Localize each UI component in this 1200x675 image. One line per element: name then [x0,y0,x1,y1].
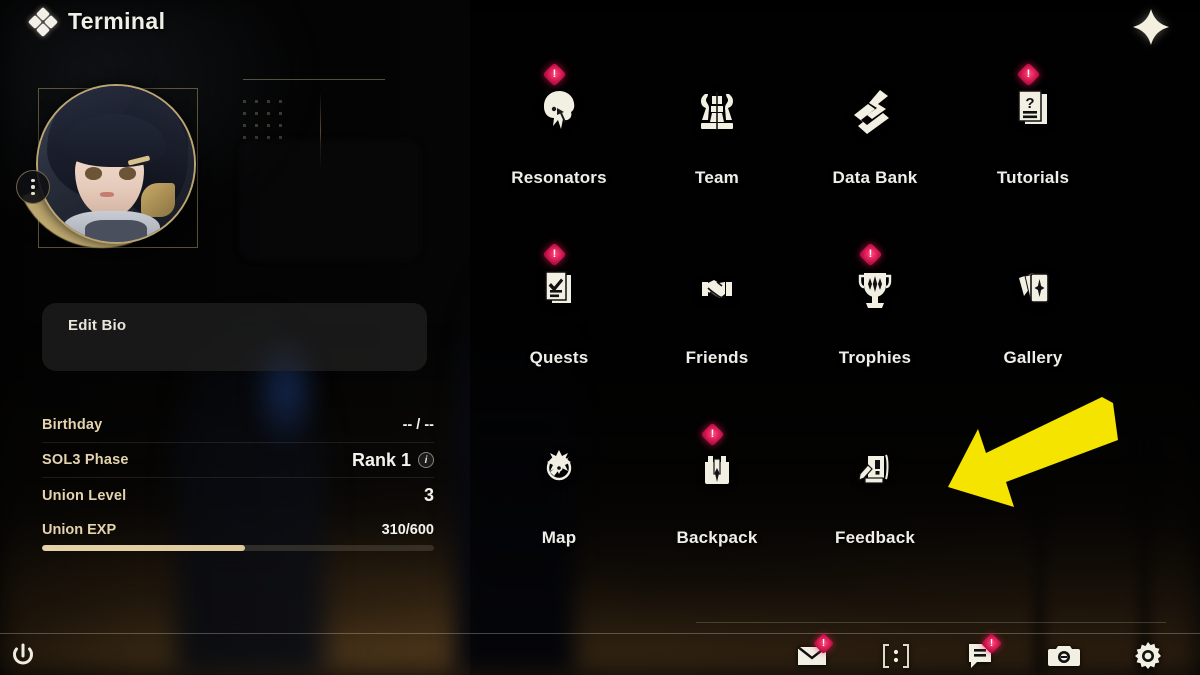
page-title: Terminal [68,8,166,34]
menu-item-resonators[interactable]: Resonators ! [480,62,638,242]
stat-row-sol3-phase: SOL3 Phase Rank 1 i [42,443,434,478]
union-exp-value: 310/600 [381,522,434,538]
menu-item-label: Resonators [511,168,607,187]
menu-row-1: Resonators ! Team Data Bank ? Tutorials … [480,62,1180,242]
diamond-cluster-icon [27,6,59,37]
info-icon[interactable]: i [418,452,434,468]
handshake-icon [686,260,748,322]
menu-item-label: Gallery [1003,348,1063,367]
menu-item-label: Friends [685,348,749,367]
menu-item-label: Trophies [838,348,912,367]
stat-value-group: Rank 1 i [352,450,434,471]
menu-item-label: Data Bank [832,168,918,187]
menu-item-trophies[interactable]: Trophies ! [796,242,954,422]
menu-item-label: Team [695,168,739,187]
menu-item-quests[interactable]: Quests ! [480,242,638,422]
menu-item-label: Map [541,528,577,547]
notification-badge: ! [1016,62,1041,87]
stat-value: Rank 1 [351,449,411,470]
bottom-divider [0,633,1200,634]
notification-badge: ! [812,632,835,654]
trophy-icon [844,260,906,322]
svg-text:?: ? [1025,95,1034,112]
menu-item-label: Feedback [834,528,916,547]
notification-badge: ! [980,632,1003,654]
menu-item-gallery[interactable]: Gallery [954,242,1112,422]
data-bank-icon [844,80,906,142]
edit-bio-button[interactable]: Edit Bio [42,303,427,371]
notification-badge: ! [542,62,567,87]
menu-item-label: Tutorials [996,168,1070,187]
mail-icon[interactable]: ! [794,632,835,672]
terminal-menu-grid: Resonators ! Team Data Bank ? Tutorials … [480,62,1180,602]
power-icon[interactable] [8,641,38,671]
stat-label: Birthday [42,417,103,433]
compass-icon [528,440,590,502]
stat-row-union-level: Union Level 3 [42,478,434,513]
union-exp-progress-track [42,545,434,551]
bottom-bar-divider [696,622,1166,623]
resonator-head-icon [528,80,590,142]
chess-pieces-icon [686,80,748,142]
edit-bio-label: Edit Bio [68,317,127,334]
camera-icon[interactable] [1046,640,1082,672]
stat-value: -- / -- [402,417,434,433]
feedback-pen-icon [844,440,906,502]
page-title-group: Terminal [27,6,166,37]
decor-dot-grid [243,100,293,142]
avatar-portrait [38,86,194,242]
question-document-icon: ? [1002,80,1064,142]
checklist-document-icon [528,260,590,322]
more-dots-icon[interactable] [878,640,914,672]
menu-item-label: Quests [529,348,589,367]
stat-label: Union Level [42,487,127,504]
menu-item-tutorials[interactable]: ? Tutorials ! [954,62,1112,242]
menu-item-feedback[interactable]: Feedback [796,422,954,602]
menu-item-data-bank[interactable]: Data Bank [796,62,954,242]
decor-panel [240,140,420,260]
gear-icon[interactable] [1130,640,1166,672]
menu-item-friends[interactable]: Friends [638,242,796,422]
profile-stats-list: Birthday -- / -- SOL3 Phase Rank 1 i Uni… [42,408,434,513]
cards-stack-icon [1002,260,1064,322]
menu-item-label: Backpack [676,528,758,547]
notification-badge: ! [542,242,567,267]
menu-row-2: Quests ! Friends Trophies ! Gallery [480,242,1180,422]
menu-row-3: Map Backpack ! Feedback [480,422,1180,602]
close-star-icon[interactable] [1130,6,1172,48]
stat-row-birthday: Birthday -- / -- [42,408,434,443]
union-exp-block: Union EXP 310/600 [42,522,434,551]
backpack-icon [686,440,748,502]
stat-label: SOL3 Phase [42,452,129,468]
bottom-toolbar: ! ! [794,632,1166,675]
menu-item-map[interactable]: Map [480,422,638,602]
notification-badge: ! [858,242,883,267]
union-exp-label: Union EXP [42,522,117,538]
header-bar: Terminal [0,0,1200,48]
stat-value: 3 [423,485,434,505]
avatar-block [8,62,208,262]
three-dots-icon[interactable] [16,170,50,204]
profile-panel: Edit Bio Birthday -- / -- SOL3 Phase Ran… [0,0,470,675]
menu-item-team[interactable]: Team [638,62,796,242]
menu-item-backpack[interactable]: Backpack ! [638,422,796,602]
avatar[interactable] [36,84,196,244]
union-exp-progress-fill [42,545,245,551]
notification-badge: ! [700,422,725,447]
announcement-icon[interactable]: ! [962,632,1003,672]
decor-line [243,79,385,80]
